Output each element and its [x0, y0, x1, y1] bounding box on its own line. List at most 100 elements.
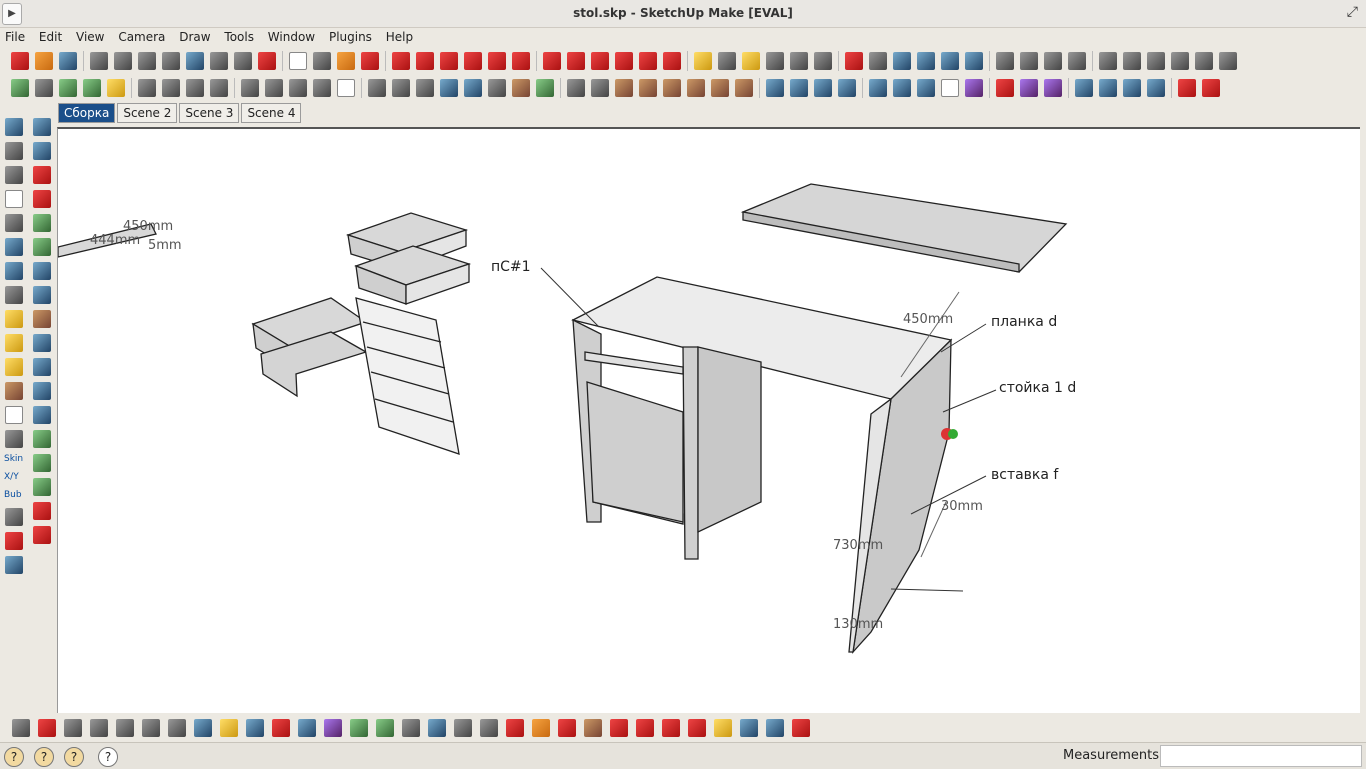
geo-location-icon[interactable]: ?	[4, 747, 24, 767]
face-select-icon[interactable]	[5, 142, 23, 160]
extrude-icon[interactable]	[5, 166, 23, 184]
menu-view[interactable]: View	[71, 28, 109, 46]
front-view-icon[interactable]	[1147, 52, 1165, 70]
push-pull-icon[interactable]	[567, 52, 585, 70]
line-tool-icon[interactable]	[33, 430, 51, 448]
wrench-icon[interactable]	[33, 478, 51, 496]
sandbox-icon[interactable]	[107, 79, 125, 97]
cone-icon[interactable]	[591, 79, 609, 97]
flag-icon[interactable]	[536, 79, 554, 97]
tab-scene-3[interactable]: Scene 3	[179, 103, 240, 123]
shape-25-icon[interactable]	[688, 719, 706, 737]
arc-icon[interactable]	[464, 52, 482, 70]
help-circle-icon[interactable]: ?	[98, 747, 118, 767]
erase-icon[interactable]	[162, 52, 180, 70]
purple-diamond-icon[interactable]	[1044, 79, 1062, 97]
grid-icon[interactable]	[392, 79, 410, 97]
close-icon[interactable]	[368, 79, 386, 97]
section-plane-icon[interactable]	[1068, 52, 1086, 70]
bezier-icon[interactable]	[11, 79, 29, 97]
circle-shape-icon[interactable]	[440, 79, 458, 97]
hand-tool-icon[interactable]	[5, 406, 23, 424]
outliner-icon[interactable]	[1099, 79, 1117, 97]
shape-11-icon[interactable]	[324, 719, 342, 737]
triangle-icon[interactable]	[33, 526, 51, 544]
shape-12-icon[interactable]	[350, 719, 368, 737]
curve-tool-icon[interactable]	[35, 79, 53, 97]
parallel-icon[interactable]	[814, 79, 832, 97]
maximize-icon[interactable]: ⤢	[1347, 4, 1358, 20]
shape-8-icon[interactable]	[246, 719, 264, 737]
s-curve-icon[interactable]	[33, 286, 51, 304]
right-view-icon[interactable]	[1171, 52, 1189, 70]
measure-line-icon[interactable]	[996, 79, 1014, 97]
3d-text-icon[interactable]	[814, 52, 832, 70]
hand-icon[interactable]	[5, 382, 23, 400]
line-icon[interactable]	[416, 52, 434, 70]
xyz-tool[interactable]: X/Y	[4, 472, 24, 482]
menu-window[interactable]: Window	[263, 28, 320, 46]
menu-draw[interactable]: Draw	[174, 28, 215, 46]
selected-face-icon[interactable]	[5, 238, 23, 256]
shape-18-icon[interactable]	[506, 719, 524, 737]
tape-measure-icon[interactable]	[694, 52, 712, 70]
shape-6-icon[interactable]	[194, 719, 212, 737]
solid-subtract-icon[interactable]	[162, 79, 180, 97]
menu-plugins[interactable]: Plugins	[324, 28, 377, 46]
text-icon[interactable]	[766, 52, 784, 70]
tab-scene-2[interactable]: Scene 2	[117, 103, 178, 123]
shape-16-icon[interactable]	[454, 719, 472, 737]
shape-21-icon[interactable]	[584, 719, 602, 737]
flip-icon[interactable]	[869, 79, 887, 97]
pencil-icon[interactable]	[241, 79, 259, 97]
shape-7-icon[interactable]	[220, 719, 238, 737]
new-file-icon[interactable]	[11, 52, 29, 70]
diagonal-line-icon[interactable]	[790, 79, 808, 97]
orbit-icon[interactable]	[845, 52, 863, 70]
sphere-icon[interactable]	[615, 79, 633, 97]
model-info-icon[interactable]	[258, 52, 276, 70]
cut-icon[interactable]	[90, 52, 108, 70]
shape-2-icon[interactable]	[90, 719, 108, 737]
square-icon[interactable]	[941, 79, 959, 97]
arch-icon[interactable]	[33, 118, 51, 136]
zoom-extents-icon[interactable]	[941, 52, 959, 70]
pencil-tool-icon[interactable]	[38, 719, 56, 737]
offset-icon[interactable]	[663, 52, 681, 70]
shape-24-icon[interactable]	[662, 719, 680, 737]
credits-icon[interactable]: ?	[34, 747, 54, 767]
shape-15-icon[interactable]	[428, 719, 446, 737]
shape-22-icon[interactable]	[610, 719, 628, 737]
pattern-icon[interactable]	[838, 79, 856, 97]
zoom-icon[interactable]	[893, 52, 911, 70]
pyramid-icon[interactable]	[567, 79, 585, 97]
purple-square-icon[interactable]	[1020, 79, 1038, 97]
paste-icon[interactable]	[138, 52, 156, 70]
polygon-icon[interactable]	[488, 52, 506, 70]
materials-icon[interactable]	[1147, 79, 1165, 97]
position-camera-icon[interactable]	[996, 52, 1014, 70]
copy-icon[interactable]	[114, 52, 132, 70]
print-icon[interactable]	[234, 52, 252, 70]
shape-29-icon[interactable]	[792, 719, 810, 737]
shape-19-icon[interactable]	[532, 719, 550, 737]
protractor-icon[interactable]	[742, 52, 760, 70]
open-file-icon[interactable]	[35, 52, 53, 70]
paint-bucket-icon[interactable]	[337, 52, 355, 70]
menu-help[interactable]: Help	[381, 28, 418, 46]
drop-icon[interactable]	[735, 79, 753, 97]
align-icon[interactable]	[766, 79, 784, 97]
skin-tool[interactable]: Skin	[4, 454, 24, 464]
curve-icon[interactable]	[33, 190, 51, 208]
menu-camera[interactable]: Camera	[113, 28, 170, 46]
tab-scene-assembly[interactable]: Сборка	[58, 103, 116, 123]
save-icon[interactable]	[59, 52, 77, 70]
chevron-icon[interactable]	[289, 79, 307, 97]
select-icon[interactable]	[289, 52, 307, 70]
ring-icon[interactable]	[33, 454, 51, 472]
hook-tool-icon[interactable]	[33, 238, 51, 256]
solid-trim-icon[interactable]	[186, 79, 204, 97]
shape-1-icon[interactable]	[64, 719, 82, 737]
shape-5-icon[interactable]	[168, 719, 186, 737]
smooth-icon[interactable]	[5, 310, 23, 328]
